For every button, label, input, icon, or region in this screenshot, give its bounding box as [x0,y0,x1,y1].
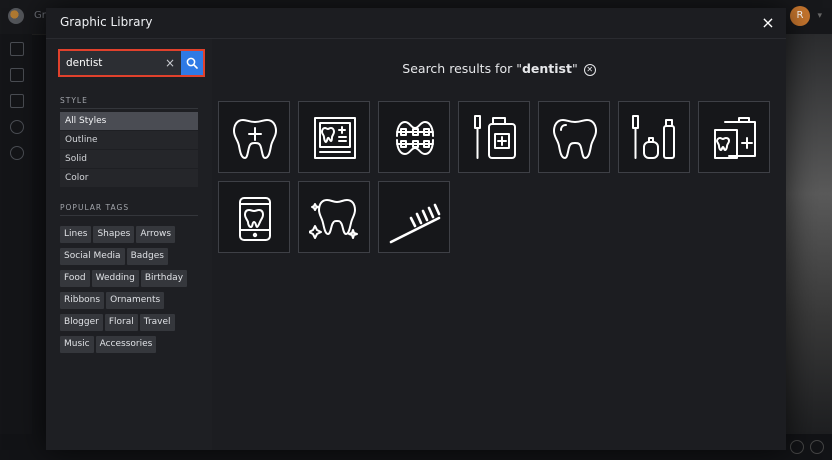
search-button[interactable] [181,51,203,75]
tag-food[interactable]: Food [60,270,90,287]
tag-badges[interactable]: Badges [126,248,168,265]
grid-icon[interactable] [10,94,24,108]
result-toothbrush[interactable] [378,181,450,253]
toothbrush-floss-toothpaste-icon [632,115,675,159]
modal-title: Graphic Library [60,15,153,29]
tag-social-media[interactable]: Social Media [60,248,125,265]
modal-header: Graphic Library × [46,8,786,39]
results-panel: Search results for "dentist" ✕ [212,39,786,450]
search-input[interactable] [60,51,174,75]
result-tooth-tablet[interactable] [218,181,290,253]
tag-lines[interactable]: Lines [60,226,92,243]
dental-chart-icon [314,117,356,159]
search-icon [186,57,198,69]
canvas-preview [784,34,832,434]
tooth-icon [553,119,597,159]
tags-divider [60,215,198,216]
popular-tags: Lines Shapes Arrows Social Media Badges Foo… [60,221,206,353]
tag-travel[interactable]: Travel [139,314,175,331]
results-query: dentist [521,61,572,76]
tag-accessories[interactable]: Accessories [95,336,157,353]
filter-sidebar: × STYLE All Styles Outline Solid Color P… [46,39,212,450]
result-tooth[interactable] [538,101,610,173]
results-heading-prefix: Search results for " [402,61,522,76]
braces-teeth-icon [396,121,434,155]
avatar[interactable]: R [790,6,810,26]
graphic-library-modal: Graphic Library × × STYLE All Styles Out… [46,8,786,450]
result-toothbrush-mouthwash[interactable] [458,101,530,173]
tag-ribbons[interactable]: Ribbons [60,292,105,309]
tag-blogger[interactable]: Blogger [60,314,103,331]
style-option-color[interactable]: Color [60,169,198,187]
tooth-tablet-icon [239,197,271,241]
results-heading-suffix: " [571,61,578,76]
share-icon[interactable] [790,440,804,454]
toothbrush-icon [389,203,441,244]
tag-wedding[interactable]: Wedding [91,270,139,287]
sparkling-tooth-icon [309,199,358,239]
result-dental-kit[interactable] [698,101,770,173]
chevron-down-icon[interactable]: ▾ [817,11,822,21]
app-brand-text: Gr [34,10,46,21]
text-icon[interactable] [10,68,24,82]
clear-search-button[interactable]: × [163,51,177,75]
tag-birthday[interactable]: Birthday [140,270,188,287]
tag-arrows[interactable]: Arrows [136,226,176,243]
style-option-solid[interactable]: Solid [60,150,198,168]
tag-ornaments[interactable]: Ornaments [106,292,165,309]
layout-icon[interactable] [10,42,24,56]
heart-icon[interactable] [10,120,24,134]
result-sparkling-tooth[interactable] [298,181,370,253]
user-icon[interactable] [10,146,24,160]
result-dental-chart[interactable] [298,101,370,173]
style-list: All Styles Outline Solid Color [60,112,198,188]
result-tooth-cross[interactable] [218,101,290,173]
style-option-outline[interactable]: Outline [60,131,198,149]
app-logo-icon [8,8,24,24]
history-icon[interactable] [810,440,824,454]
circle-x-icon[interactable]: ✕ [583,64,596,76]
tag-shapes[interactable]: Shapes [93,226,135,243]
results-heading: Search results for "dentist" ✕ [212,61,786,76]
toothbrush-mouthwash-icon [474,115,516,159]
dental-kit-bag-icon [714,117,756,159]
style-divider [60,108,198,109]
search-box: × [58,49,205,77]
style-section-label: STYLE [60,96,88,105]
style-option-all[interactable]: All Styles [60,112,198,130]
tag-floral[interactable]: Floral [104,314,138,331]
close-button[interactable]: × [758,13,778,33]
result-toothbrush-floss-paste[interactable] [618,101,690,173]
result-braces[interactable] [378,101,450,173]
tag-music[interactable]: Music [60,336,94,353]
popular-tags-label: POPULAR TAGS [60,203,130,212]
tooth-with-cross-icon [233,119,277,159]
app-side-rail [0,34,32,460]
